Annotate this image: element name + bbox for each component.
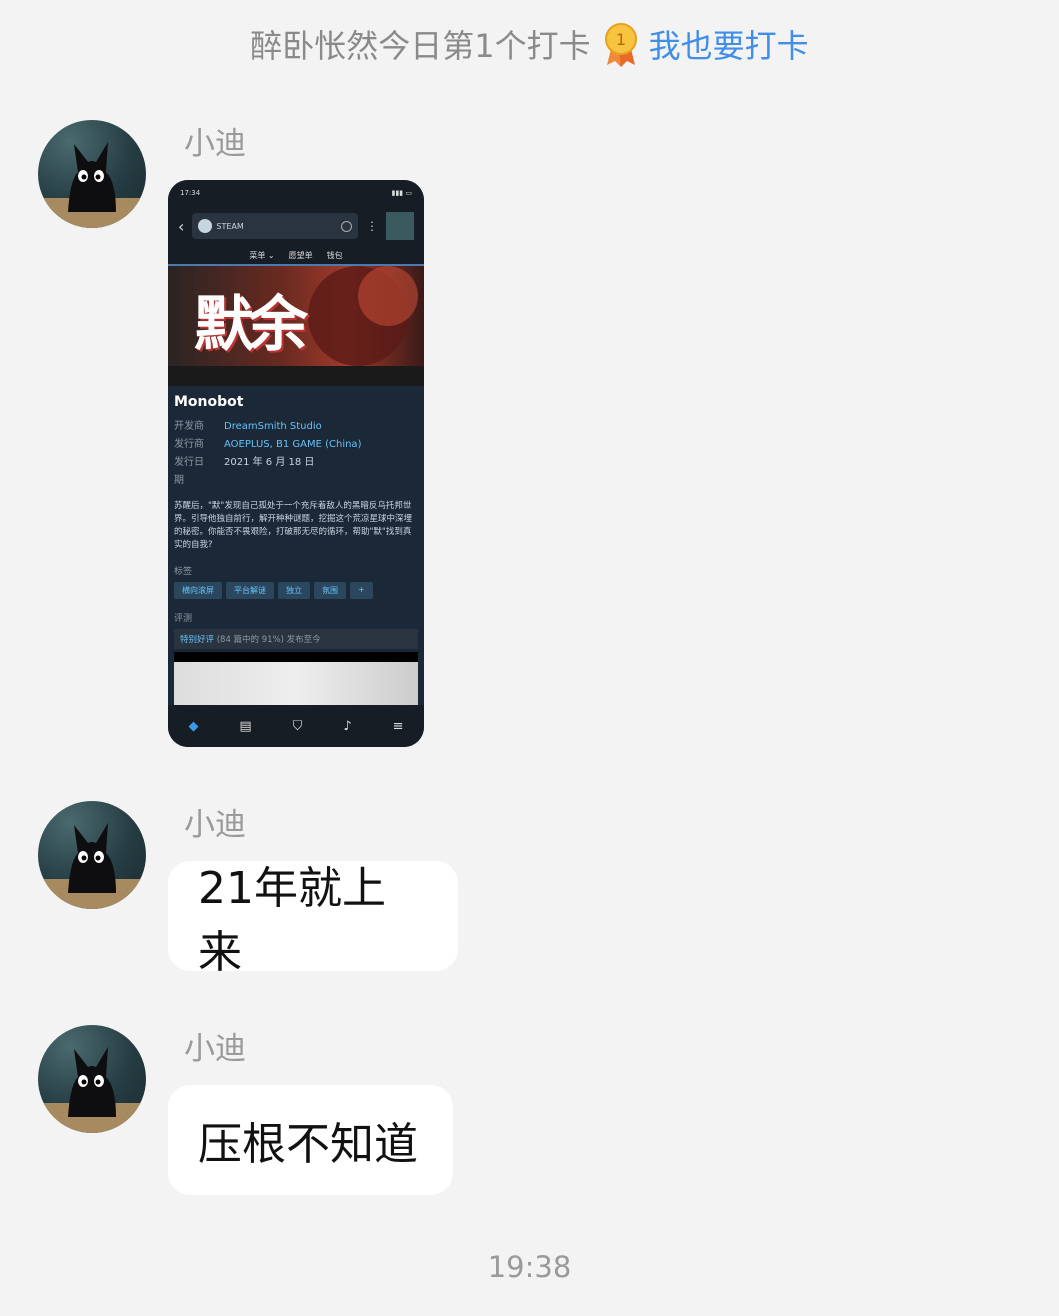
review-summary: 特别好评 (84 篇中的 91%) 发布至今 bbox=[174, 629, 418, 649]
tags-label: 标签 bbox=[174, 567, 193, 577]
status-time: 17:34 bbox=[180, 189, 201, 197]
steam-label: STEAM bbox=[216, 221, 244, 231]
text-message[interactable]: 21年就上来 bbox=[168, 861, 458, 978]
image-message[interactable]: 17:34 ▮▮▮ ▭ ‹ STEAM ⋮ 菜单 ⌄ 愿望单 钱包 默余 Mon… bbox=[168, 180, 424, 747]
black-cat-avatar-icon bbox=[38, 1047, 146, 1133]
tag: + bbox=[350, 582, 373, 599]
tag-icon: ◆ bbox=[188, 718, 199, 734]
menu-item: 愿望单 bbox=[288, 250, 313, 260]
more-icon: ⋮ bbox=[366, 219, 378, 233]
developer-key: 开发商 bbox=[174, 421, 204, 432]
checkin-link[interactable]: 我也要打卡 bbox=[649, 21, 809, 67]
avatar[interactable] bbox=[38, 120, 146, 228]
news-icon: ▤ bbox=[239, 718, 252, 734]
tag: 氛围 bbox=[314, 582, 346, 599]
timestamp: 19:38 bbox=[487, 1250, 572, 1284]
sender-name: 小迪 bbox=[184, 1031, 246, 1067]
sender-name: 小迪 bbox=[184, 126, 246, 162]
avatar[interactable] bbox=[38, 801, 146, 909]
hero-title: 默余 bbox=[194, 290, 308, 360]
checkin-text: 醉卧怅然今日第1个打卡 bbox=[250, 27, 591, 65]
menu-item: 钱包 bbox=[326, 250, 343, 260]
medal-icon: 1 bbox=[604, 23, 637, 67]
release-value: 2021 年 6 月 18 日 bbox=[224, 457, 315, 468]
status-icons: ▮▮▮ ▭ bbox=[391, 189, 412, 197]
status-bar: 17:34 ▮▮▮ ▭ bbox=[168, 180, 424, 206]
game-info: Monobot 开发商 DreamSmith Studio 发行商 AOEPLUS,… bbox=[168, 386, 424, 649]
menu-item: 菜单 ⌄ bbox=[249, 250, 275, 260]
publisher-key: 发行商 bbox=[174, 439, 204, 450]
medal-number: 1 bbox=[616, 30, 626, 49]
review-positive: 特别好评 bbox=[180, 635, 215, 645]
steam-bottom-bar: ◆ ▤ ⛉ ♪ ≡ bbox=[168, 705, 424, 747]
search-icon bbox=[341, 220, 352, 232]
game-description: 苏醒后，"默"发现自己孤处于一个充斥着敌人的黑暗反乌托邦世界。引导他独自前行，解… bbox=[174, 501, 413, 550]
checkin-notice: 醉卧怅然今日第1个打卡 1 我也要打卡 bbox=[0, 18, 1059, 70]
steam-search: STEAM bbox=[192, 213, 358, 239]
publisher-value: AOEPLUS, B1 GAME (China) bbox=[224, 439, 362, 450]
avatar[interactable] bbox=[38, 1025, 146, 1133]
steam-logo-icon bbox=[198, 219, 213, 233]
black-cat-avatar-icon bbox=[38, 142, 146, 228]
tag: 平台解谜 bbox=[226, 582, 274, 599]
game-name: Monobot bbox=[174, 394, 244, 410]
menu-icon: ≡ bbox=[392, 718, 404, 734]
tag: 独立 bbox=[278, 582, 310, 599]
text-message[interactable]: 压根不知道 bbox=[168, 1085, 453, 1195]
tag: 横向滚屏 bbox=[174, 582, 222, 599]
profile-thumb bbox=[386, 212, 414, 240]
tag-list: 横向滚屏 平台解谜 独立 氛围 + bbox=[174, 582, 418, 599]
back-chevron-icon: ‹ bbox=[178, 216, 185, 236]
steam-menu: 菜单 ⌄ 愿望单 钱包 bbox=[168, 246, 424, 264]
shield-icon: ⛉ bbox=[292, 718, 303, 734]
game-hero-image: 默余 bbox=[168, 264, 424, 386]
black-cat-avatar-icon bbox=[38, 823, 146, 909]
review-label: 评测 bbox=[174, 614, 193, 624]
bell-icon: ♪ bbox=[343, 718, 352, 734]
release-key: 发行日期 bbox=[174, 457, 204, 486]
developer-value: DreamSmith Studio bbox=[224, 421, 322, 432]
review-detail: (84 篇中的 91%) 发布至今 bbox=[214, 635, 321, 645]
steam-topbar: ‹ STEAM ⋮ bbox=[168, 206, 424, 246]
sender-name: 小迪 bbox=[184, 807, 246, 843]
